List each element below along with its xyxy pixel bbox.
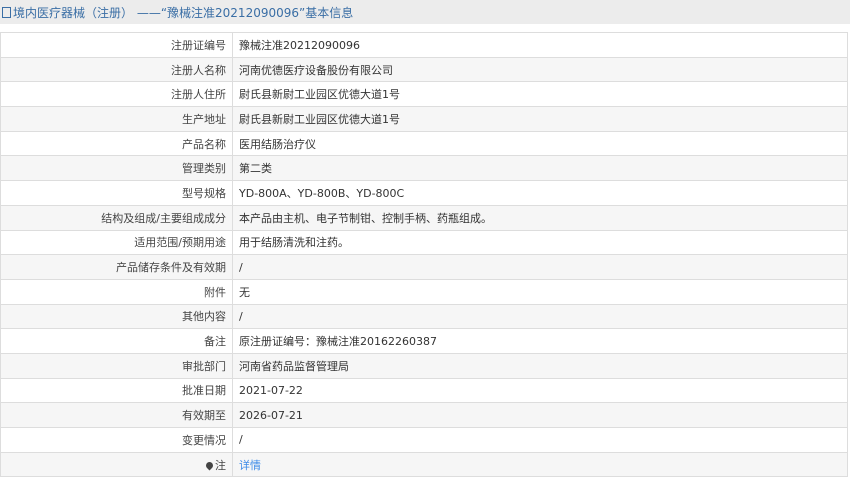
- field-label: 审批部门: [0, 353, 233, 379]
- field-label: 批准日期: [0, 378, 233, 404]
- table-row: 其他内容 /: [0, 304, 848, 330]
- field-value: 详情: [232, 452, 848, 478]
- info-table: 注册证编号 豫械注准20212090096 注册人名称 河南优德医疗设备股份有限公司注…: [0, 32, 848, 478]
- table-row: 注册证编号 豫械注准20212090096: [0, 33, 848, 58]
- details-link[interactable]: 详情: [239, 459, 261, 472]
- field-value: 尉氏县新尉工业园区优德大道1号: [232, 81, 848, 108]
- field-value: 2021-07-22: [232, 378, 848, 404]
- table-row: 生产地址 尉氏县新尉工业园区优德大道1号: [0, 106, 848, 132]
- field-value: /: [232, 254, 848, 280]
- table-row: 注册人名称 河南优德医疗设备股份有限公司: [0, 57, 848, 83]
- note-label: 注: [215, 458, 226, 472]
- field-value: /: [232, 427, 848, 453]
- table-row: 备注 原注册证编号：豫械注准20162260387: [0, 328, 848, 354]
- field-value: 河南优德医疗设备股份有限公司: [232, 57, 848, 83]
- field-value: 尉氏县新尉工业园区优德大道1号: [232, 106, 848, 132]
- page-header: 境内医疗器械（注册） ——“豫械注准20212090096”基本信息: [0, 0, 850, 24]
- field-label: 备注: [0, 328, 233, 354]
- field-label: 适用范围/预期用途: [0, 230, 233, 256]
- field-label: 注: [0, 452, 233, 478]
- field-value: 医用结肠治疗仪: [232, 131, 848, 157]
- table-row: 型号规格 YD-800A、YD-800B、YD-800C: [0, 180, 848, 206]
- field-value: 本产品由主机、电子节制钳、控制手柄、药瓶组成。: [232, 205, 848, 231]
- field-value: 无: [232, 279, 848, 305]
- field-value: YD-800A、YD-800B、YD-800C: [232, 180, 848, 206]
- field-label: 管理类别: [0, 155, 233, 182]
- table-row: 有效期至 2026-07-21: [0, 402, 848, 428]
- field-value: 河南省药品监督管理局: [232, 353, 848, 379]
- table-row: 结构及组成/主要组成成分 本产品由主机、电子节制钳、控制手柄、药瓶组成。: [0, 205, 848, 231]
- table-row: 产品储存条件及有效期 /: [0, 254, 848, 280]
- field-value: /: [232, 304, 848, 330]
- table-row: 批准日期 2021-07-22: [0, 378, 848, 404]
- table-row: 变更情况 /: [0, 427, 848, 453]
- field-label: 型号规格: [0, 180, 233, 206]
- field-label: 变更情况: [0, 427, 233, 453]
- field-value: 豫械注准20212090096: [232, 33, 848, 58]
- table-row: 产品名称 医用结肠治疗仪: [0, 131, 848, 157]
- table-row: 注册人住所 尉氏县新尉工业园区优德大道1号: [0, 81, 848, 108]
- table-row: 审批部门 河南省药品监督管理局: [0, 353, 848, 379]
- pin-icon: [204, 460, 215, 470]
- field-label: 产品储存条件及有效期: [0, 254, 233, 280]
- table-row: 附件无: [0, 279, 848, 305]
- field-value: 原注册证编号：豫械注准20162260387: [232, 328, 848, 354]
- table-row: 适用范围/预期用途 用于结肠清洗和注药。: [0, 230, 848, 256]
- field-label: 附件: [0, 279, 233, 305]
- field-label: 其他内容: [0, 304, 233, 330]
- field-value: 2026-07-21: [232, 402, 848, 428]
- document-icon: [2, 6, 11, 18]
- field-label: 注册人住所: [0, 81, 233, 108]
- field-value: 第二类: [232, 155, 848, 182]
- field-value: 用于结肠清洗和注药。: [232, 230, 848, 256]
- table-row: 管理类别 第二类: [0, 155, 848, 182]
- table-row-note: 注详情: [0, 452, 848, 478]
- field-label: 产品名称: [0, 131, 233, 157]
- field-label: 结构及组成/主要组成成分: [0, 205, 233, 231]
- field-label: 注册人名称: [0, 57, 233, 83]
- field-label: 有效期至: [0, 402, 233, 428]
- field-label: 生产地址: [0, 106, 233, 132]
- field-label: 注册证编号: [0, 33, 233, 58]
- page-title: 境内医疗器械（注册） ——“豫械注准20212090096”基本信息: [13, 5, 354, 20]
